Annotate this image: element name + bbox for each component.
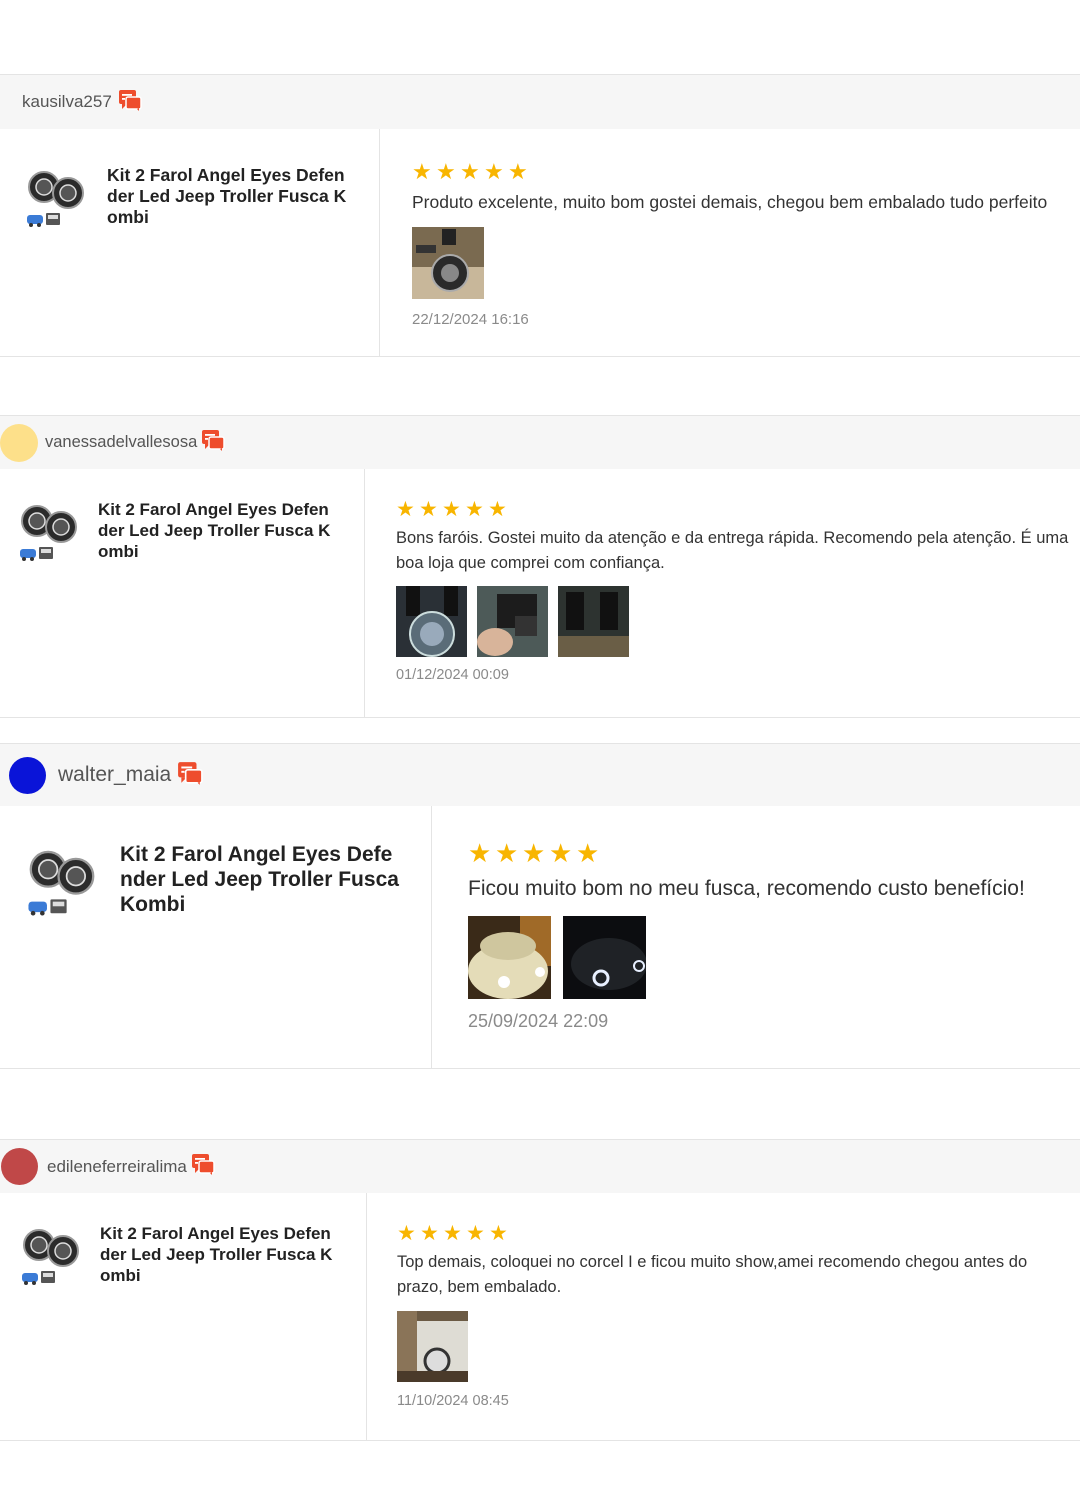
review-photos <box>412 227 1077 299</box>
product-link[interactable]: Kit 2 Farol Angel Eyes Defender Led Jeep… <box>19 1223 354 1294</box>
product-thumbnail[interactable] <box>25 842 99 927</box>
review-date: 22/12/2024 16:16 <box>412 311 529 328</box>
review-date: 25/09/2024 22:09 <box>468 1011 609 1031</box>
star-icon: ★ <box>396 498 415 521</box>
rating-stars: ★ ★ ★ ★ ★ <box>397 1221 1077 1246</box>
review-content: ★ ★ ★ ★ ★ Top demais, coloquei no corcel… <box>397 1221 1077 1409</box>
product-thumbnail[interactable] <box>24 165 88 236</box>
star-icon: ★ <box>442 498 461 521</box>
star-icon: ★ <box>576 838 600 868</box>
star-icon: ★ <box>522 838 546 868</box>
chat-icon[interactable] <box>177 761 203 790</box>
review-date: 11/10/2024 08:45 <box>397 1393 509 1409</box>
username[interactable]: walter_maia <box>58 763 171 787</box>
star-icon: ★ <box>495 838 519 868</box>
review-photos <box>397 1311 1077 1382</box>
review-content: ★ ★ ★ ★ ★ Bons faróis. Gostei muito da a… <box>396 497 1076 683</box>
star-icon: ★ <box>460 159 480 184</box>
review-comment: Top demais, coloquei no corcel I e ficou… <box>397 1253 1028 1296</box>
review-header: walter_maia <box>0 743 1080 806</box>
star-icon: ★ <box>443 1222 462 1245</box>
review-header: vanessadelvallesosa <box>0 415 1080 469</box>
rating-stars: ★ ★ ★ ★ ★ <box>396 497 1076 522</box>
star-icon: ★ <box>468 838 492 868</box>
star-icon: ★ <box>465 498 484 521</box>
review-photo[interactable] <box>563 916 647 999</box>
product-link[interactable]: Kit 2 Farol Angel Eyes Defender Led Jeep… <box>25 842 425 927</box>
review-body: Kit 2 Farol Angel Eyes Defender Led Jeep… <box>0 469 1080 718</box>
product-link[interactable]: Kit 2 Farol Angel Eyes Defender Led Jeep… <box>24 165 354 236</box>
product-thumbnail[interactable] <box>17 499 81 570</box>
avatar[interactable] <box>0 423 38 462</box>
rating-stars: ★ ★ ★ ★ ★ <box>412 159 1077 185</box>
username[interactable]: edileneferreiralima <box>47 1157 187 1177</box>
star-icon: ★ <box>436 159 456 184</box>
review-header: edileneferreiralima <box>0 1139 1080 1193</box>
review-header: kausilva257 <box>0 74 1080 129</box>
chat-icon[interactable] <box>191 1153 215 1180</box>
review-body: Kit 2 Farol Angel Eyes Defender Led Jeep… <box>0 806 1080 1069</box>
review-photo[interactable] <box>468 916 551 999</box>
review-body: Kit 2 Farol Angel Eyes Defender Led Jeep… <box>0 1193 1080 1441</box>
star-icon: ★ <box>419 498 438 521</box>
star-icon: ★ <box>489 1222 508 1245</box>
avatar[interactable] <box>9 756 46 794</box>
product-name[interactable]: Kit 2 Farol Angel Eyes Defender Led Jeep… <box>100 1223 338 1294</box>
review-comment: Produto excelente, muito bom gostei dema… <box>412 192 1048 212</box>
review-content: ★ ★ ★ ★ ★ Produto excelente, muito bom g… <box>412 159 1077 328</box>
star-icon: ★ <box>412 159 432 184</box>
review-photo[interactable] <box>412 227 484 299</box>
chat-icon[interactable] <box>118 89 142 116</box>
review-photo[interactable] <box>558 586 629 657</box>
review-comment: Bons faróis. Gostei muito da atenção e d… <box>396 529 1069 572</box>
star-icon: ★ <box>488 498 507 521</box>
product-name[interactable]: Kit 2 Farol Angel Eyes Defender Led Jeep… <box>107 165 347 236</box>
review-body: Kit 2 Farol Angel Eyes Defender Led Jeep… <box>0 129 1080 357</box>
review-comment: Ficou muito bom no meu fusca, recomendo … <box>468 877 1025 900</box>
star-icon: ★ <box>549 838 573 868</box>
star-icon: ★ <box>466 1222 485 1245</box>
chat-icon[interactable] <box>201 429 226 456</box>
star-icon: ★ <box>397 1222 416 1245</box>
review-photo[interactable] <box>397 1311 468 1382</box>
star-icon: ★ <box>484 159 504 184</box>
username[interactable]: kausilva257 <box>22 92 112 112</box>
product-name[interactable]: Kit 2 Farol Angel Eyes Defender Led Jeep… <box>120 842 405 927</box>
username[interactable]: vanessadelvallesosa <box>45 433 197 452</box>
avatar[interactable] <box>1 1148 38 1185</box>
product-thumbnail[interactable] <box>19 1223 83 1294</box>
product-link[interactable]: Kit 2 Farol Angel Eyes Defender Led Jeep… <box>17 499 347 570</box>
review-photos <box>468 916 1068 999</box>
review-photo[interactable] <box>396 586 467 657</box>
rating-stars: ★ ★ ★ ★ ★ <box>468 838 1068 869</box>
product-name[interactable]: Kit 2 Farol Angel Eyes Defender Led Jeep… <box>98 499 334 570</box>
review-photo[interactable] <box>477 586 548 657</box>
review-content: ★ ★ ★ ★ ★ Ficou muito bom no meu fusca, … <box>468 838 1068 1032</box>
review-photos <box>396 586 1076 657</box>
star-icon: ★ <box>420 1222 439 1245</box>
star-icon: ★ <box>508 159 528 184</box>
review-date: 01/12/2024 00:09 <box>396 667 509 683</box>
